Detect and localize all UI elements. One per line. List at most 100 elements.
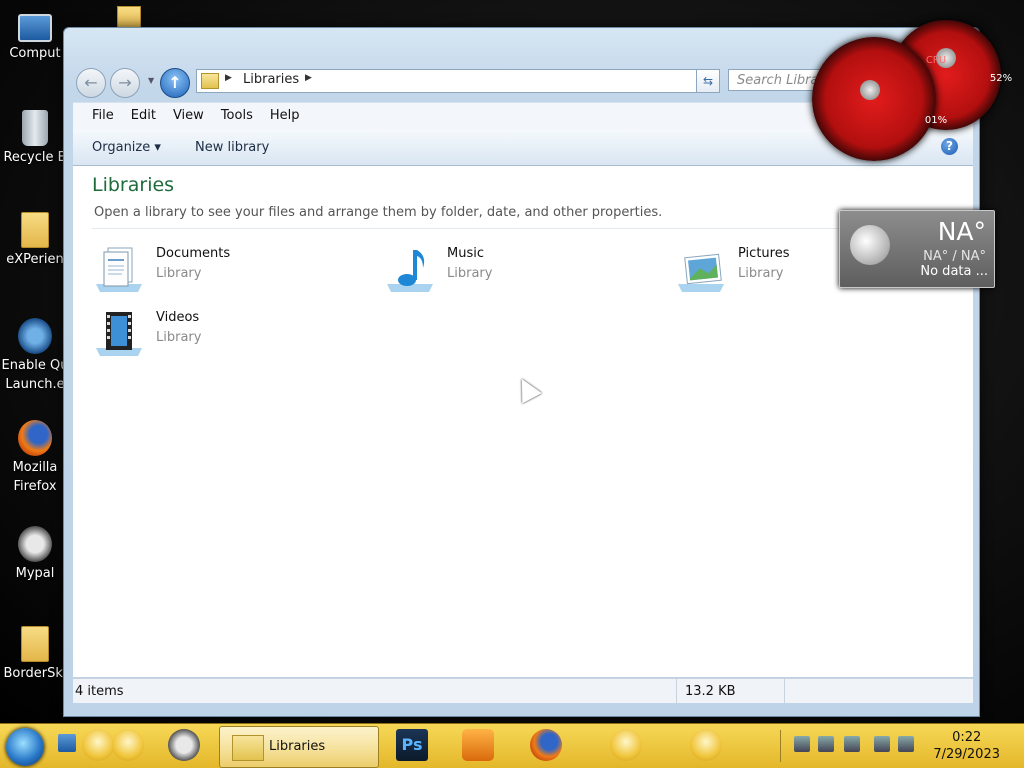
desktop-icon-label-line2: Launch.e bbox=[5, 377, 65, 392]
library-item-music[interactable]: Music Library bbox=[385, 238, 635, 294]
library-item-videos[interactable]: Videos Library bbox=[94, 302, 344, 358]
library-item-documents[interactable]: Documents Library bbox=[94, 238, 344, 294]
tray-connection-icon[interactable] bbox=[874, 736, 890, 752]
taskbar-item-libraries[interactable]: Libraries bbox=[219, 726, 379, 768]
launch-icon bbox=[18, 318, 52, 354]
desktop-icon-label: Enable Qu bbox=[1, 358, 69, 373]
photoshop-taskbar-icon[interactable]: Ps bbox=[396, 729, 428, 761]
media-player-taskbar-icon[interactable] bbox=[462, 729, 494, 761]
quick-launch-icon[interactable] bbox=[112, 729, 144, 761]
desktop-icon-mypal[interactable]: Mypal bbox=[0, 526, 70, 583]
divider bbox=[676, 679, 677, 703]
tray-windows-icon[interactable] bbox=[818, 736, 834, 752]
up-button[interactable]: ↑ bbox=[160, 68, 190, 98]
desktop-icon-firefox[interactable]: Mozilla Firefox bbox=[0, 420, 70, 496]
weather-sun-icon bbox=[850, 225, 890, 265]
breadcrumb-chevron-icon[interactable]: ▶ bbox=[225, 73, 232, 83]
up-arrow-icon: ↑ bbox=[168, 73, 182, 92]
divider bbox=[784, 679, 785, 703]
library-name: Music bbox=[447, 246, 484, 261]
folder-icon bbox=[21, 626, 49, 662]
taskbar-icon[interactable] bbox=[610, 729, 642, 761]
weather-temperature: NA° bbox=[937, 217, 986, 246]
cpu-gauge-gadget[interactable]: CPU 01% bbox=[812, 37, 947, 161]
videos-icon bbox=[96, 312, 142, 356]
folder-icon bbox=[21, 212, 49, 248]
breadcrumb-chevron-icon[interactable]: ▶ bbox=[305, 73, 312, 83]
libraries-folder-icon bbox=[232, 735, 264, 761]
clock-time: 0:22 bbox=[952, 730, 982, 745]
refresh-button[interactable]: ⇆ bbox=[696, 69, 720, 93]
cpu-gauge-label: CPU bbox=[925, 55, 947, 66]
tray-network-icon[interactable] bbox=[794, 736, 810, 752]
status-bar: 4 items 13.2 KB bbox=[73, 678, 973, 703]
desktop-icon-enable-quick-launch[interactable]: Enable Qu Launch.e bbox=[0, 318, 70, 394]
item-count: 4 items bbox=[75, 684, 124, 699]
pictures-icon bbox=[678, 253, 724, 292]
tray-security-icon[interactable] bbox=[844, 736, 860, 752]
desktop-icon-computer[interactable]: Comput bbox=[0, 14, 70, 63]
content-pane: Libraries Open a library to see your fil… bbox=[73, 166, 973, 677]
tray-divider bbox=[780, 730, 781, 762]
menu-help[interactable]: Help bbox=[261, 103, 308, 129]
total-size: 13.2 KB bbox=[685, 684, 736, 699]
recent-pages-dropdown-icon[interactable]: ▼ bbox=[148, 76, 154, 85]
address-bar[interactable]: ▶ Libraries ▶ ▼ bbox=[196, 69, 720, 93]
library-type: Library bbox=[156, 266, 202, 281]
clock-date: 7/29/2023 bbox=[933, 747, 1000, 762]
start-button[interactable] bbox=[6, 728, 44, 766]
quick-launch-icon[interactable] bbox=[82, 729, 114, 761]
music-icon bbox=[387, 250, 433, 292]
library-type: Library bbox=[156, 330, 202, 345]
libraries-folder-icon bbox=[201, 73, 219, 89]
library-type: Library bbox=[447, 266, 493, 281]
desktop-icon-label: Mozilla bbox=[12, 460, 58, 475]
system-clock[interactable]: 0:22 7/29/2023 bbox=[933, 729, 1000, 763]
mypal-taskbar-icon[interactable] bbox=[168, 729, 200, 761]
desktop-icon-label: Comput bbox=[9, 46, 61, 61]
help-icon[interactable]: ? bbox=[941, 138, 958, 155]
desktop-icon-label: Mypal bbox=[15, 566, 55, 581]
library-name: Documents bbox=[156, 246, 231, 261]
weather-gadget[interactable]: NA° NA° / NA° No data ... bbox=[839, 210, 995, 288]
library-type: Library bbox=[738, 266, 784, 281]
taskbar-item-label: Libraries bbox=[269, 739, 326, 754]
back-arrow-icon: ← bbox=[84, 73, 98, 92]
show-desktop-icon[interactable] bbox=[58, 734, 76, 752]
computer-icon bbox=[18, 14, 52, 42]
weather-range: NA° / NA° bbox=[923, 249, 986, 264]
desktop-icon-borderskin[interactable]: BorderSki bbox=[0, 626, 70, 683]
forward-arrow-icon: → bbox=[118, 73, 132, 92]
desktop-icon-label: eXPerien bbox=[6, 252, 64, 267]
cpu-chip-icon bbox=[860, 80, 880, 100]
cpu-usage-value: 01% bbox=[924, 115, 948, 126]
refresh-icon: ⇆ bbox=[702, 74, 714, 88]
library-name: Pictures bbox=[738, 246, 790, 261]
desktop-icon-recycle-bin[interactable]: Recycle B bbox=[0, 110, 70, 167]
forward-button[interactable]: → bbox=[110, 68, 140, 98]
desktop-icon-label: BorderSki bbox=[3, 666, 67, 681]
tray-volume-icon[interactable] bbox=[898, 736, 914, 752]
taskbar: Libraries Ps 0:22 7/29/2023 bbox=[0, 723, 1024, 768]
new-library-button[interactable]: New library bbox=[195, 140, 269, 155]
menu-file[interactable]: File bbox=[73, 103, 122, 129]
weather-status: No data ... bbox=[920, 264, 988, 279]
library-name: Videos bbox=[156, 310, 200, 325]
desktop-icon-experience[interactable]: eXPerien bbox=[0, 212, 70, 269]
desktop-icon-label-line2: Firefox bbox=[13, 479, 57, 494]
firefox-taskbar-icon[interactable] bbox=[530, 729, 562, 761]
memory-usage-value: 52% bbox=[989, 73, 1013, 84]
organize-button[interactable]: Organize ▾ bbox=[92, 140, 161, 155]
firefox-icon bbox=[18, 420, 52, 456]
documents-icon bbox=[96, 247, 142, 292]
back-button[interactable]: ← bbox=[76, 68, 106, 98]
menu-view[interactable]: View bbox=[164, 103, 212, 129]
recycle-bin-icon bbox=[22, 110, 48, 146]
menu-edit[interactable]: Edit bbox=[122, 103, 164, 129]
desktop-icon-label: Recycle B bbox=[3, 150, 67, 165]
taskbar-icon[interactable] bbox=[690, 729, 722, 761]
mypal-icon bbox=[18, 526, 52, 562]
page-title: Libraries bbox=[92, 174, 175, 196]
breadcrumb-libraries[interactable]: Libraries bbox=[243, 72, 299, 87]
menu-tools[interactable]: Tools bbox=[212, 103, 261, 129]
